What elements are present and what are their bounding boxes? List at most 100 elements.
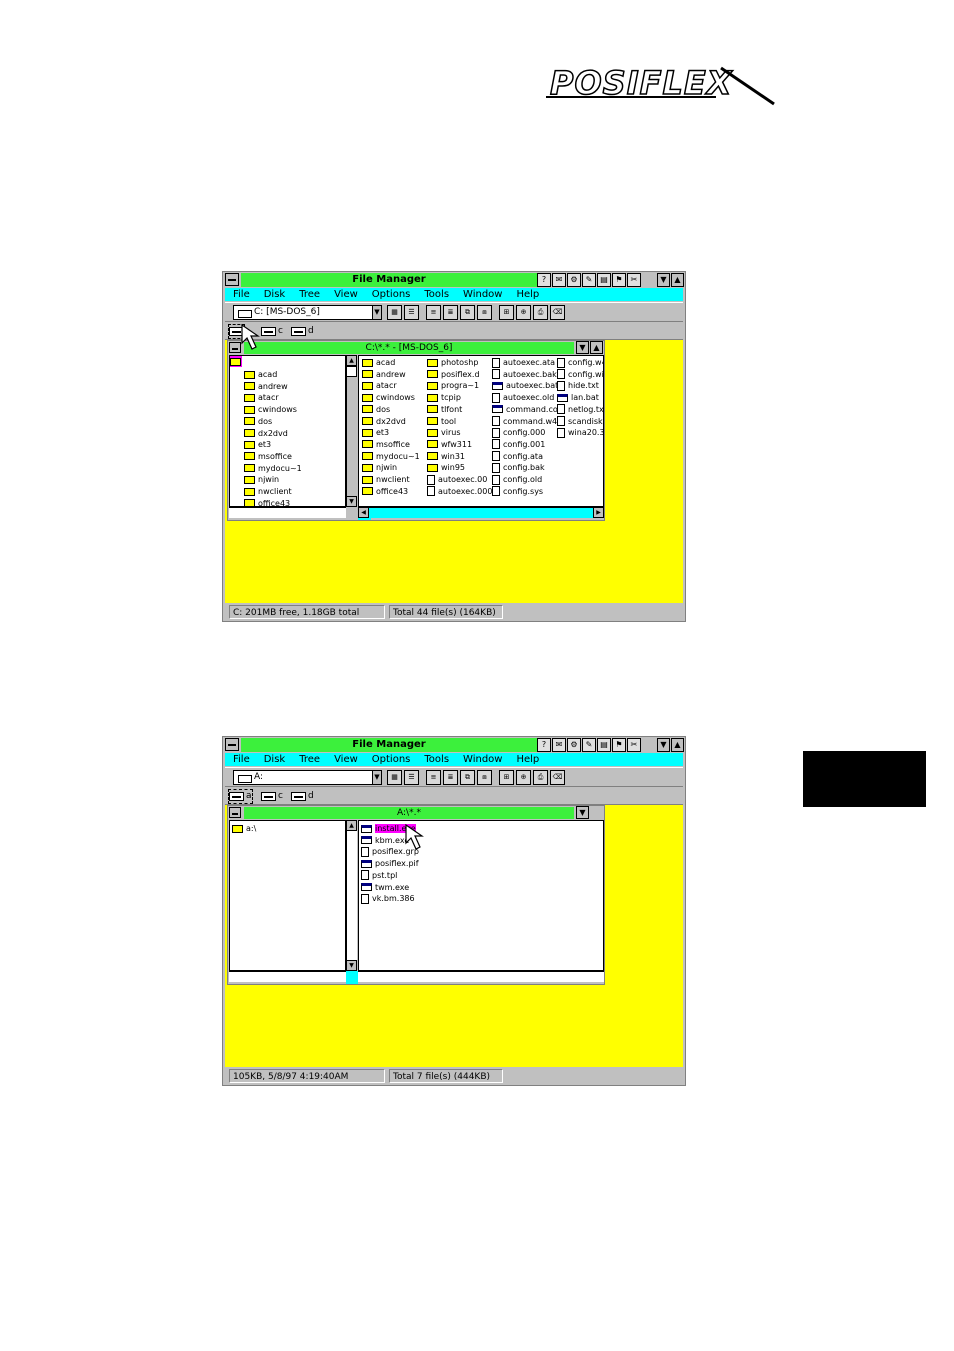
file-list[interactable]: acad andrew atacr cwindows dos dx2dvd et3 msoff… (358, 355, 604, 507)
drive-c[interactable]: c (261, 790, 283, 803)
menu-disk[interactable]: Disk (264, 288, 285, 301)
tree-vscroll[interactable]: ▲ ▼ (346, 820, 357, 971)
tool-icon[interactable]: ✉ (552, 273, 566, 287)
minimize-button[interactable]: ▼ (657, 273, 670, 287)
drive-d[interactable]: d (291, 790, 314, 803)
menu-window[interactable]: Window (463, 288, 502, 301)
print-button[interactable]: ⎙ (533, 305, 548, 320)
file-item[interactable]: autoexec.bak (492, 369, 557, 380)
large-icons-button[interactable]: ▦ (387, 770, 402, 785)
file-item[interactable]: config.bak (492, 462, 545, 473)
directory-tree[interactable]: acad andrew atacr cwindows dos dx2dvd et3 msoff… (229, 355, 346, 507)
drive-select[interactable]: A: (233, 770, 381, 785)
menu-view[interactable]: View (334, 753, 358, 766)
child-maximize-button[interactable]: ▲ (590, 341, 603, 354)
tree-item[interactable]: msoffice (244, 451, 292, 462)
tree-hscroll[interactable] (229, 507, 346, 518)
maximize-button[interactable]: ▲ (671, 738, 684, 752)
scroll-thumb[interactable] (346, 366, 357, 377)
maximize-button[interactable]: ▲ (671, 273, 684, 287)
menu-file[interactable]: File (233, 753, 250, 766)
file-item[interactable]: photoshp (427, 357, 478, 368)
menu-options[interactable]: Options (372, 753, 411, 766)
menu-tools[interactable]: Tools (424, 753, 449, 766)
menu-disk[interactable]: Disk (264, 753, 285, 766)
copy-button[interactable]: ⧉ (460, 305, 475, 320)
file-item[interactable]: et3 (362, 427, 389, 438)
file-item[interactable]: tlfont (427, 404, 462, 415)
file-item[interactable]: kbm.exe (361, 835, 409, 846)
file-item[interactable]: tcpip (427, 392, 461, 403)
tool-icon[interactable]: ✉ (552, 738, 566, 752)
list-button[interactable]: ☰ (404, 770, 419, 785)
menu-window[interactable]: Window (463, 753, 502, 766)
file-item[interactable]: command.w40 (492, 416, 562, 427)
tree-item[interactable]: dos (244, 416, 272, 427)
scroll-down-arrow[interactable]: ▼ (346, 960, 357, 971)
tool-icon[interactable]: ⚙ (567, 273, 581, 287)
scroll-down-arrow[interactable]: ▼ (346, 496, 357, 507)
child-system-menu[interactable] (229, 807, 241, 818)
file-item[interactable]: win31 (427, 451, 465, 462)
copy-button[interactable]: ⧉ (460, 770, 475, 785)
share-button[interactable]: ⊕ (516, 770, 531, 785)
drive-select[interactable]: C: [MS-DOS_6] (233, 305, 381, 320)
tool-icon[interactable]: ? (537, 273, 551, 287)
share-button[interactable]: ⊕ (516, 305, 531, 320)
file-item[interactable]: config.w4 (557, 357, 603, 368)
child-minimize-button[interactable]: ▼ (576, 341, 589, 354)
drive-d[interactable]: d (291, 325, 314, 338)
file-item[interactable]: vk.bm.386 (361, 893, 415, 904)
file-item[interactable]: config.000 (492, 427, 545, 438)
tool-icon[interactable]: ✎ (582, 273, 596, 287)
print-button[interactable]: ⎙ (533, 770, 548, 785)
delete-button[interactable]: ⌫ (550, 305, 565, 320)
files-hscroll[interactable] (358, 971, 604, 982)
scroll-up-arrow[interactable]: ▲ (346, 820, 357, 831)
file-item[interactable]: atacr (362, 380, 397, 391)
sort-button[interactable]: ≣ (443, 770, 458, 785)
file-item[interactable]: wfw311 (427, 439, 472, 450)
tree-item[interactable]: acad (244, 369, 277, 380)
menu-tree[interactable]: Tree (299, 288, 320, 301)
file-item[interactable]: netlog.txt (557, 404, 603, 415)
details-button[interactable]: ≡ (426, 305, 441, 320)
file-item[interactable]: autoexec.old (492, 392, 554, 403)
scroll-left-arrow[interactable]: ◀ (358, 507, 369, 518)
system-menu-button[interactable] (225, 738, 239, 751)
file-item[interactable]: config.ata (492, 451, 543, 462)
files-hscroll[interactable]: ◀ ▶ (358, 507, 604, 518)
file-item[interactable]: lan.bat (557, 392, 599, 403)
tree-item[interactable]: cwindows (244, 404, 297, 415)
move-button[interactable]: ⧈ (477, 770, 492, 785)
file-item[interactable]: config.sys (492, 486, 543, 497)
menu-view[interactable]: View (334, 288, 358, 301)
large-icons-button[interactable]: ▦ (387, 305, 402, 320)
file-item[interactable]: autoexec.bat (492, 380, 558, 391)
file-item[interactable]: config.old (492, 474, 542, 485)
menu-help[interactable]: Help (516, 753, 539, 766)
tool-icon[interactable]: ✂ (627, 738, 641, 752)
file-item[interactable]: acad (362, 357, 395, 368)
network-button[interactable]: ⊞ (499, 305, 514, 320)
minimize-button[interactable]: ▼ (657, 738, 670, 752)
file-item[interactable]: mydocu~1 (362, 451, 420, 462)
scroll-right-arrow[interactable]: ▶ (593, 507, 604, 518)
move-button[interactable]: ⧈ (477, 305, 492, 320)
file-item[interactable]: autoexec.ata (492, 357, 555, 368)
file-item[interactable]: office43 (362, 486, 408, 497)
drive-a[interactable]: a (228, 789, 253, 804)
root-folder[interactable] (230, 356, 242, 367)
menu-help[interactable]: Help (516, 288, 539, 301)
tool-icon[interactable]: ✎ (582, 738, 596, 752)
file-item[interactable]: win95 (427, 462, 465, 473)
scroll-up-arrow[interactable]: ▲ (346, 355, 357, 366)
tree-item[interactable]: njwin (244, 474, 279, 485)
file-item[interactable]: nwclient (362, 474, 410, 485)
list-button[interactable]: ☰ (404, 305, 419, 320)
tool-icon[interactable]: ▤ (597, 738, 611, 752)
file-item[interactable]: autoexec.000 (427, 486, 492, 497)
tree-item[interactable]: et3 (244, 439, 271, 450)
tool-icon[interactable]: ⚑ (612, 738, 626, 752)
tree-item[interactable]: dx2dvd (244, 428, 288, 439)
